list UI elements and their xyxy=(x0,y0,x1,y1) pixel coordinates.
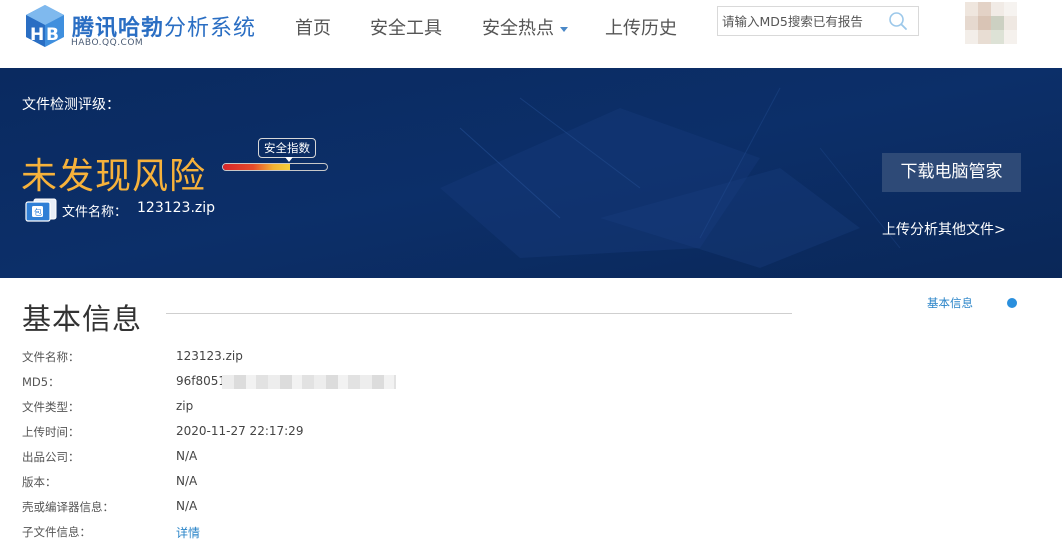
md5-redacted-block xyxy=(222,374,397,389)
brand-name-light: 分析系统 xyxy=(164,16,257,41)
side-nav-basic-info[interactable]: 基本信息 xyxy=(927,295,973,311)
rating-label: 文件检测评级： xyxy=(22,97,120,113)
info-row-sub-files: 子文件信息： 详情 xyxy=(0,524,800,544)
basic-info-title: 基本信息 xyxy=(22,302,143,336)
nav-item-security-hotspot-label: 安全热点 xyxy=(482,18,554,39)
nav-dot-icon[interactable] xyxy=(1007,298,1017,308)
file-name-label: 文件名称： xyxy=(62,205,128,220)
nav-item-security-hotspot[interactable]: 安全热点 xyxy=(482,14,568,40)
habo-logo[interactable]: H B 腾讯哈勃分析系统 HABO.QQ.COM xyxy=(24,4,264,54)
safety-index-fill xyxy=(223,164,290,170)
habo-logo-icon: H B xyxy=(26,5,64,47)
upload-other-file-link[interactable]: 上传分析其他文件> xyxy=(882,219,1006,239)
info-value-md5: 96f8051 xyxy=(176,374,397,389)
info-value: N/A xyxy=(176,474,198,488)
info-label: 子文件信息： xyxy=(22,525,91,539)
md5-search-input[interactable] xyxy=(722,9,882,33)
search-icon[interactable] xyxy=(888,11,908,31)
svg-text:包: 包 xyxy=(34,207,42,217)
svg-text:B: B xyxy=(46,25,59,45)
info-row-version: 版本： N/A xyxy=(0,474,800,494)
top-header: H B 腾讯哈勃分析系统 HABO.QQ.COM 首页 安全工具 安全热点 上传… xyxy=(0,0,1062,68)
info-row-file-type: 文件类型： zip xyxy=(0,399,800,419)
section-divider xyxy=(166,313,792,314)
info-value: zip xyxy=(176,399,194,413)
info-value: 2020-11-27 22:17:29 xyxy=(176,424,304,438)
safety-index-bar xyxy=(222,163,328,171)
info-label: 文件类型： xyxy=(22,400,80,414)
md5-search-box xyxy=(717,6,919,36)
risk-verdict: 未发现风险 xyxy=(21,156,207,197)
download-pc-manager-button[interactable]: 下载电脑管家 xyxy=(882,153,1021,192)
info-label: 版本： xyxy=(22,475,57,489)
md5-visible-part: 96f8051 xyxy=(176,374,227,388)
result-banner: 文件检测评级： 未发现风险 安全指数 包 文件名称： 123123.zip 下载… xyxy=(0,68,1062,278)
info-value: N/A xyxy=(176,499,198,513)
nav-item-home[interactable]: 首页 xyxy=(295,14,331,40)
file-name-value: 123123.zip xyxy=(137,200,216,216)
info-value: 123123.zip xyxy=(176,349,243,363)
info-row-md5: MD5： 96f8051 xyxy=(0,374,800,394)
svg-text:H: H xyxy=(30,25,44,45)
nav-item-security-tools[interactable]: 安全工具 xyxy=(370,14,442,40)
dropdown-caret-icon xyxy=(560,26,568,32)
file-package-icon: 包 xyxy=(25,198,57,222)
info-label: 出品公司： xyxy=(22,450,80,464)
nav-item-upload-history[interactable]: 上传历史 xyxy=(605,14,677,40)
safety-index-tag: 安全指数 xyxy=(258,138,316,162)
info-label: 壳或编译器信息： xyxy=(22,500,114,514)
info-row-company: 出品公司： N/A xyxy=(0,449,800,469)
info-row-upload-time: 上传时间： 2020-11-27 22:17:29 xyxy=(0,424,800,444)
info-label: MD5： xyxy=(22,375,60,389)
brand-domain: HABO.QQ.COM xyxy=(71,38,144,48)
info-row-file-name: 文件名称： 123123.zip xyxy=(0,349,800,369)
info-value: N/A xyxy=(176,449,198,463)
info-row-packer: 壳或编译器信息： N/A xyxy=(0,499,800,519)
info-label: 文件名称： xyxy=(22,350,80,364)
user-avatar[interactable] xyxy=(965,2,1017,44)
info-label: 上传时间： xyxy=(22,425,80,439)
sub-file-details-link[interactable]: 详情 xyxy=(176,524,200,541)
